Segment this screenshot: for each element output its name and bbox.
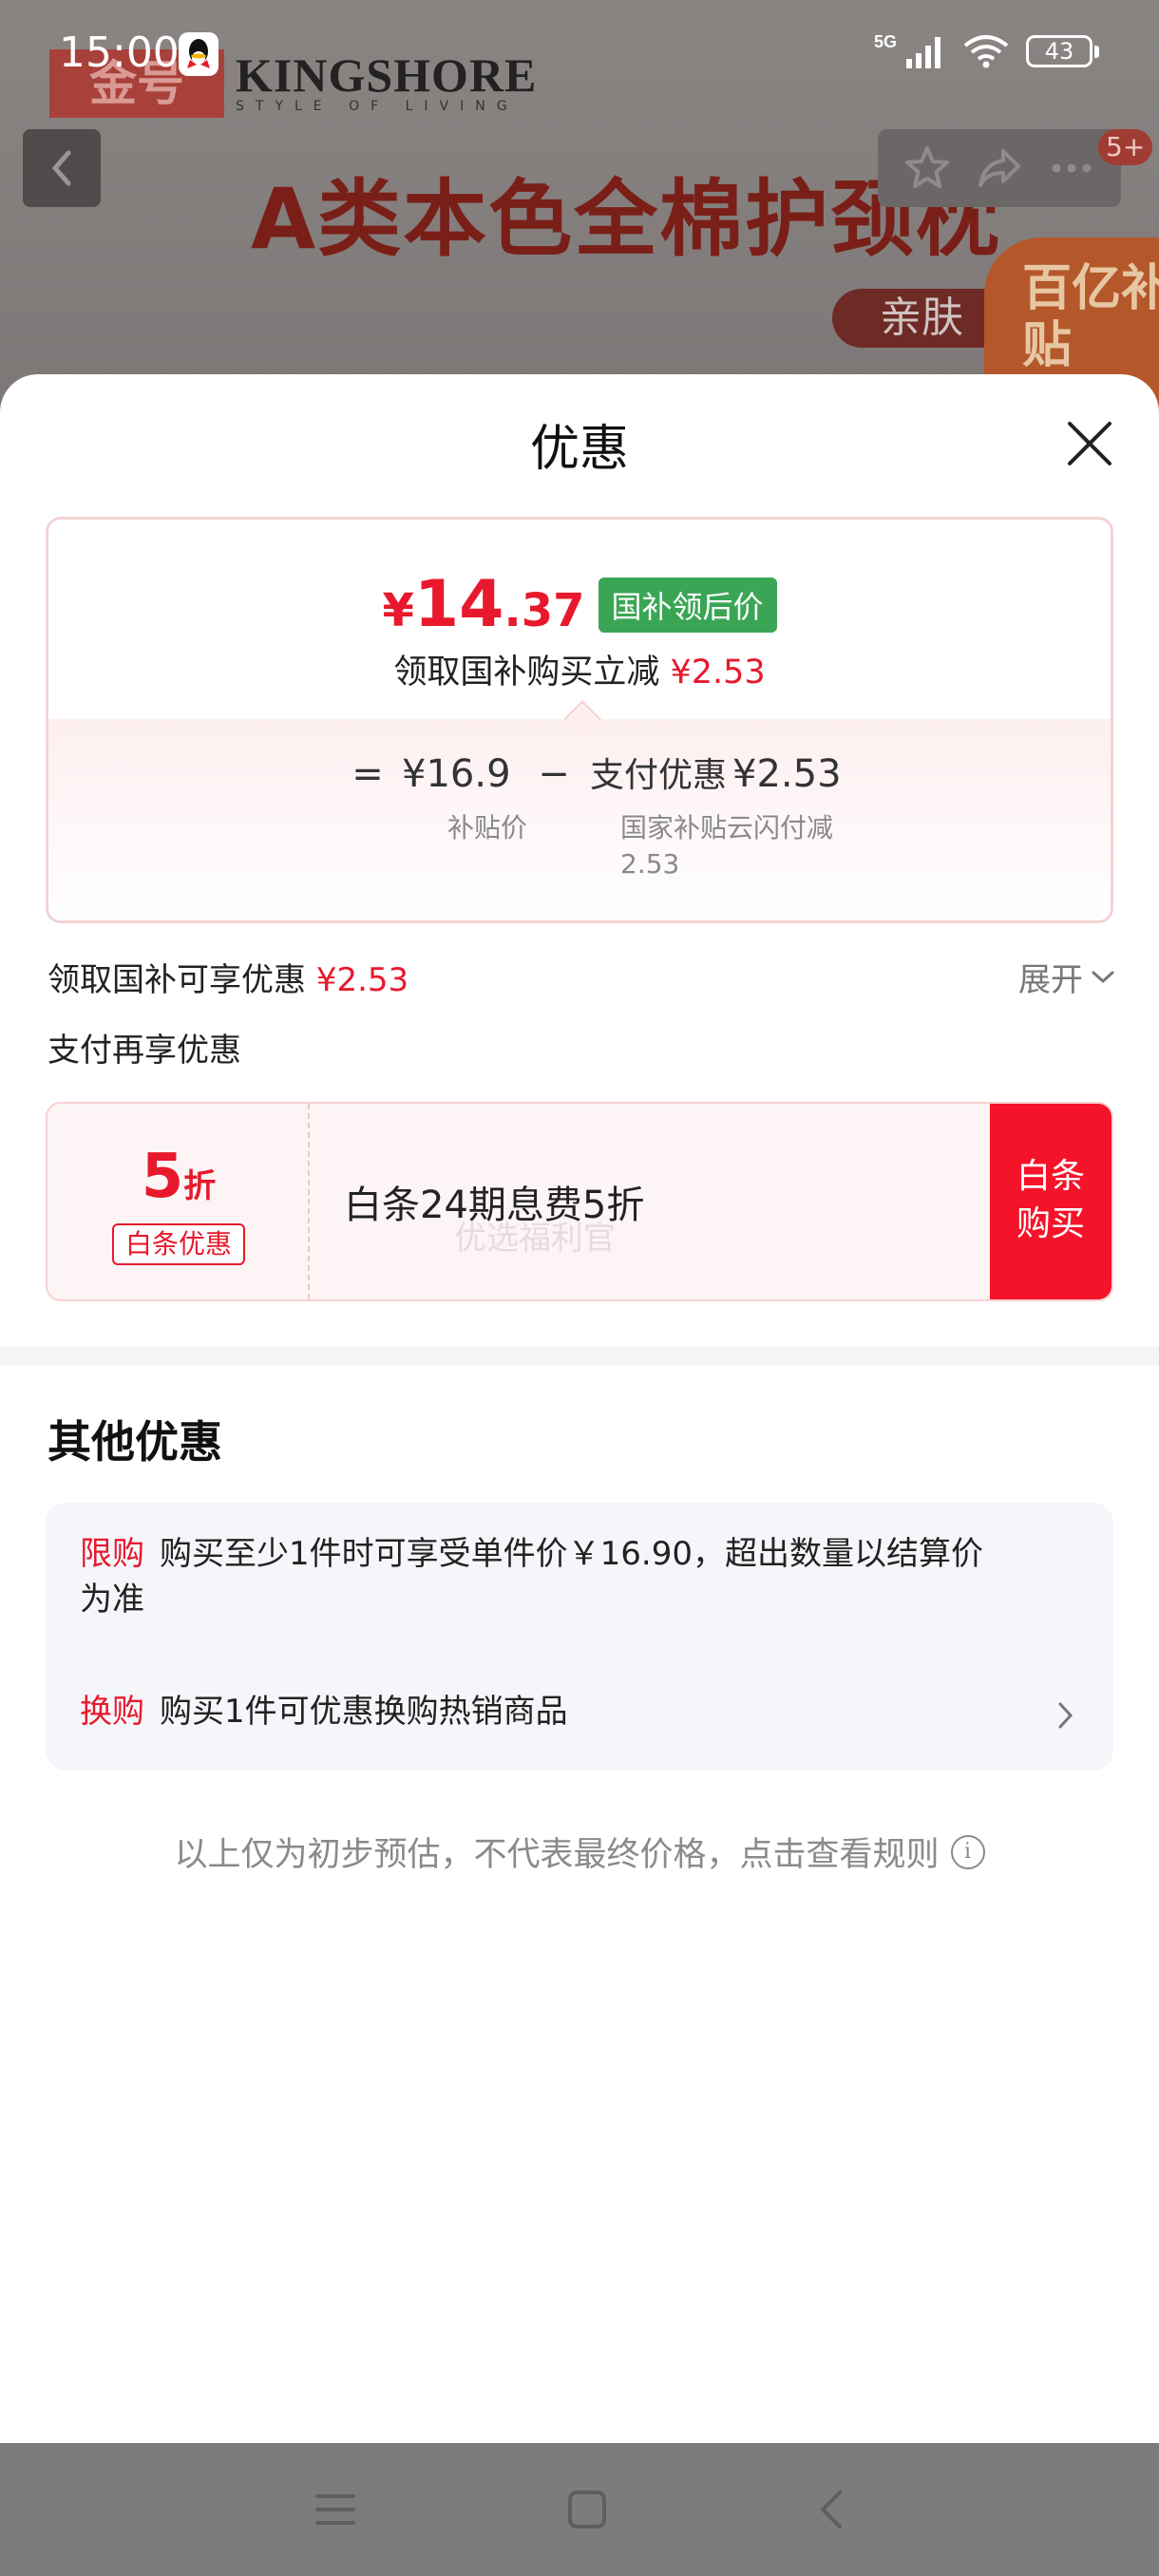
discount-sheet: 优惠 ¥14.37 国补领后价 领取国补购买立减 ¥2.53 = ¥16.9 −… (0, 374, 1159, 2443)
pay-row-label: 支付再享优惠 (48, 1032, 241, 1070)
back-button[interactable] (23, 129, 101, 207)
purchase-limit-item: 限购 购买至少1件时可享受单件价￥16.90，超出数量以结算价 为准 (80, 1531, 1068, 1622)
watermark-text: 优选福利官 (454, 1220, 616, 1258)
more-icon[interactable] (1047, 143, 1096, 193)
buy-button-line1: 白条 (1016, 1157, 1085, 1196)
other-offers-box: 限购 购买至少1件时可享受单件价￥16.90，超出数量以结算价 为准 换购 购买1件可… (46, 1503, 1113, 1771)
final-price: ¥14.37 (382, 567, 584, 642)
baitiao-left: 5折 白条优惠 (48, 1104, 310, 1299)
discount-unit: 折 (183, 1167, 217, 1205)
price-decimal: .37 (504, 584, 585, 637)
buy-button-line2: 购买 (1016, 1204, 1085, 1243)
discount-desc-2: 2.53 (620, 848, 680, 880)
qq-icon (179, 32, 218, 76)
price-symbol: ¥ (382, 584, 414, 637)
price-card: ¥14.37 国补领后价 领取国补购买立减 ¥2.53 = ¥16.9 − 支付… (46, 517, 1113, 923)
info-icon[interactable]: i (950, 1834, 985, 1869)
share-icon[interactable] (975, 143, 1024, 193)
star-icon[interactable] (902, 143, 952, 193)
calc-row: = ¥16.9 − 支付优惠 ¥2.53 (339, 748, 842, 797)
menu-icon[interactable] (314, 2491, 357, 2529)
subsidy-row-label: 领取国补可享优惠 (48, 961, 306, 999)
subsidy-line-value: ¥2.53 (670, 653, 766, 691)
other-offers-title: 其他优惠 (48, 1416, 222, 1468)
price-card-top: ¥14.37 国补领后价 领取国补购买立减 ¥2.53 (48, 520, 1111, 719)
exchange-key: 换购 (80, 1693, 144, 1731)
exchange-item[interactable]: 换购 购买1件可优惠换购热销商品 (80, 1689, 1077, 1734)
status-bar: 15:00 5G 43 (0, 0, 1159, 110)
wifi-icon (963, 35, 1009, 68)
expand-label: 展开 (1018, 961, 1083, 999)
discount-desc-1: 国家补贴云闪付减 (620, 812, 834, 843)
back-nav-icon[interactable] (817, 2489, 846, 2530)
rules-footnote[interactable]: 以上仅为初步预估，不代表最终价格，点击查看规则 i (0, 1828, 1159, 1876)
section-divider (0, 1347, 1159, 1366)
svg-text:5G: 5G (874, 32, 897, 51)
status-time: 15:00 (59, 28, 180, 77)
system-nav-bar (0, 2443, 1159, 2576)
chevron-down-icon (1092, 971, 1114, 983)
baitiao-tag: 白条优惠 (112, 1223, 245, 1265)
base-price: ¥16.9 (402, 752, 511, 796)
signal-icon: 5G (874, 32, 940, 68)
discount-value: ¥2.53 (732, 752, 842, 796)
equals-sign: = (352, 752, 384, 796)
price-breakdown: = ¥16.9 − 支付优惠 ¥2.53 补贴价 国家补贴云闪付减 2.53 (48, 700, 1111, 920)
home-icon[interactable] (566, 2489, 608, 2530)
subsidy-row-value: ¥2.53 (315, 961, 409, 999)
chevron-right-icon[interactable] (1056, 1700, 1075, 1731)
purchase-limit-text-cont: 为准 (80, 1581, 144, 1619)
battery-icon: 43 (1026, 35, 1099, 67)
baitiao-buy-button[interactable]: 白条 购买 (990, 1104, 1112, 1299)
price-tag: 国补领后价 (598, 577, 777, 633)
price-calculation: = ¥16.9 − 支付优惠 ¥2.53 补贴价 国家补贴云闪付减 2.53 (339, 748, 842, 880)
status-right: 5G 43 (874, 32, 1099, 70)
discount-label: 支付优惠 (590, 756, 728, 795)
baitiao-card[interactable]: 5折 白条优惠 白条24期息费5折 优选福利官 白条 购买 (46, 1102, 1113, 1301)
final-price-line: ¥14.37 国补领后价 (48, 567, 1111, 642)
baitiao-discount: 5折 (48, 1142, 310, 1212)
minus-sign: − (538, 752, 570, 796)
footnote-text: 以上仅为初步预估，不代表最终价格，点击查看规则 (174, 1836, 940, 1874)
exchange-text: 购买1件可优惠换购热销商品 (160, 1693, 568, 1731)
subsidy-line-label: 领取国补购买立减 (393, 653, 660, 691)
purchase-limit-text: 购买至少1件时可享受单件价￥16.90，超出数量以结算价 (160, 1535, 983, 1573)
chevron-left-icon (51, 150, 71, 186)
notification-badge: 5+ (1098, 129, 1153, 165)
subsidy-line: 领取国补购买立减 ¥2.53 (48, 645, 1111, 693)
discount-number: 5 (141, 1142, 184, 1212)
subsidy-row: 领取国补可享优惠 ¥2.53 (48, 954, 408, 1000)
page-actions (878, 129, 1121, 207)
close-icon[interactable] (1064, 418, 1115, 469)
price-integer: 14 (413, 567, 504, 642)
sheet-title: 优惠 (529, 421, 629, 478)
purchase-limit-key: 限购 (80, 1535, 144, 1573)
base-price-label: 补贴价 (447, 812, 528, 843)
expand-button[interactable]: 展开 (1018, 954, 1115, 1000)
